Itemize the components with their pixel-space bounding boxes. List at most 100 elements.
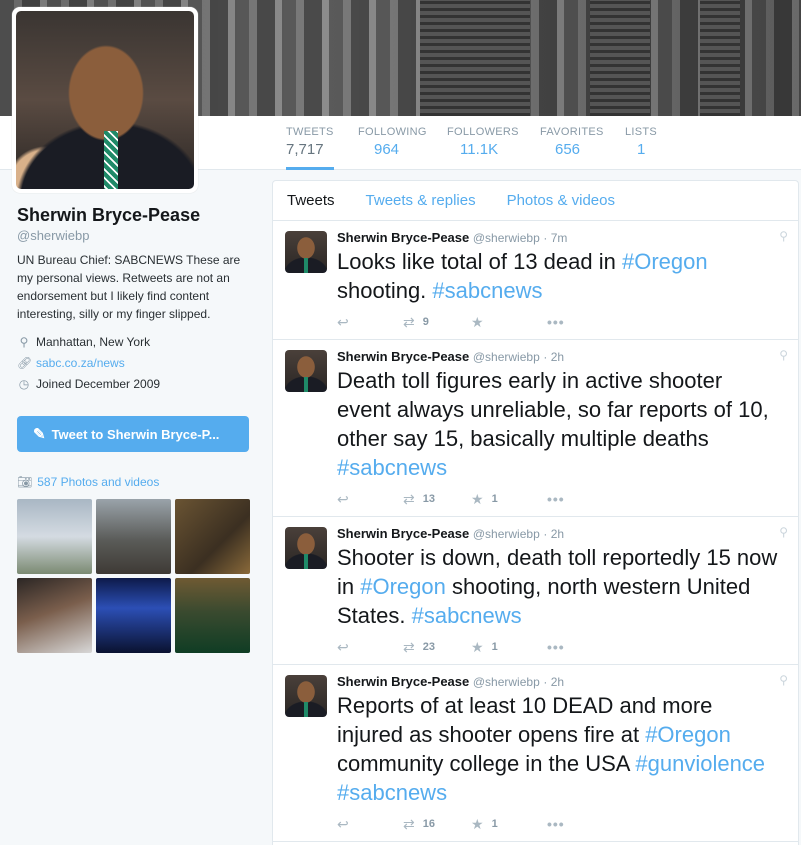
favorite-button[interactable]: ★ (471, 314, 547, 331)
tweet-to-label: Tweet to Sherwin Bryce-P... (51, 426, 220, 442)
tab-tweets[interactable]: Tweets (287, 192, 335, 209)
timeline-tabs: Tweets Tweets & replies Photos & videos (273, 181, 798, 221)
website-row: 🔗︎ sabc.co.za/news (17, 352, 257, 373)
hashtag-link[interactable]: #gunviolence (635, 751, 765, 776)
tweet[interactable]: ⚲ Sherwin Bryce-Pease @sherwiebp · 7m Look… (273, 221, 798, 340)
retweet-count: 13 (422, 493, 435, 505)
banner-building (420, 0, 530, 116)
tweet-text-segment: Looks like total of 13 dead in (337, 249, 622, 274)
tweet-avatar[interactable] (285, 350, 327, 392)
profile-bio: UN Bureau Chief: SABCNEWS These are my p… (17, 253, 241, 321)
more-button[interactable]: ••• (547, 639, 565, 655)
photo-thumbnail[interactable] (175, 499, 250, 574)
profile-handle[interactable]: @sherwiebp (17, 228, 257, 243)
hashtag-link[interactable]: #sabcnews (337, 455, 447, 480)
more-dots-icon: ••• (547, 491, 565, 507)
stat-followers[interactable]: FOLLOWERS 11.1K (447, 126, 519, 158)
tweet-author-handle[interactable]: @sherwiebp (473, 350, 540, 364)
tweet-avatar[interactable] (285, 231, 327, 273)
photo-thumbnail[interactable] (17, 499, 92, 574)
photos-header-link[interactable]: 📷︎ 587 Photos and videos (17, 475, 159, 489)
tab-tweets-replies[interactable]: Tweets & replies (366, 192, 476, 209)
tweet-timestamp[interactable]: · 2h (543, 350, 564, 364)
tweet-author-name[interactable]: Sherwin Bryce-Pease (337, 230, 469, 245)
stat-lists[interactable]: LISTS 1 (625, 126, 657, 158)
hashtag-link[interactable]: #sabcnews (337, 780, 447, 805)
tweet-text: Reports of at least 10 DEAD and more inj… (337, 691, 778, 807)
stat-label: LISTS (625, 126, 658, 138)
photo-thumbnail[interactable] (175, 578, 250, 653)
more-button[interactable]: ••• (547, 314, 565, 330)
reply-icon: ↩ (337, 490, 349, 507)
stat-value: 656 (555, 141, 581, 158)
retweet-icon: ⇄ (403, 638, 415, 655)
star-icon: ★ (471, 638, 484, 655)
tweet-timestamp[interactable]: · 2h (543, 675, 564, 689)
hashtag-link[interactable]: #Oregon (360, 574, 446, 599)
avatar-image (16, 11, 194, 189)
hashtag-link[interactable]: #Oregon (645, 722, 731, 747)
tweet-avatar[interactable] (285, 675, 327, 717)
tweet-avatar[interactable] (285, 527, 327, 569)
tweet[interactable]: ⚲ Sherwin Bryce-Pease @sherwiebp · 2h Shoo… (273, 517, 798, 665)
photo-thumbnail[interactable] (96, 578, 171, 653)
stat-tweets[interactable]: TWEETS 7,717 (286, 126, 334, 170)
stat-following[interactable]: FOLLOWING 964 (358, 126, 427, 158)
retweet-count: 16 (422, 818, 435, 830)
location-pin-icon: ⚲ (779, 229, 788, 243)
profile-website-link[interactable]: sabc.co.za/news (36, 356, 125, 370)
tweet-author-handle[interactable]: @sherwiebp (473, 675, 540, 689)
retweet-button[interactable]: ⇄ 13 (403, 491, 471, 508)
profile-avatar[interactable] (12, 7, 198, 193)
more-button[interactable]: ••• (547, 816, 565, 832)
favorite-button[interactable]: ★ 1 (471, 639, 547, 656)
reply-button[interactable]: ↩ (337, 639, 403, 656)
retweet-count: 9 (422, 316, 429, 328)
retweet-count: 23 (422, 641, 435, 653)
tweet-header: Sherwin Bryce-Pease @sherwiebp · 7m (337, 221, 778, 247)
retweet-icon: ⇄ (403, 815, 415, 832)
tweet[interactable]: ⚲ Sherwin Bryce-Pease @sherwiebp · 2h Repo… (273, 665, 798, 842)
location-pin-icon: ⚲ (19, 334, 29, 349)
retweet-icon: ⇄ (403, 490, 415, 507)
tweet-author-name[interactable]: Sherwin Bryce-Pease (337, 349, 469, 364)
timeline: Tweets Tweets & replies Photos & videos … (272, 180, 799, 845)
tweet-author-name[interactable]: Sherwin Bryce-Pease (337, 526, 469, 541)
tweet-author-handle[interactable]: @sherwiebp (473, 527, 540, 541)
tweet-author-name[interactable]: Sherwin Bryce-Pease (337, 674, 469, 689)
reply-button[interactable]: ↩ (337, 816, 403, 833)
tweet-header: Sherwin Bryce-Pease @sherwiebp · 2h (337, 517, 778, 543)
banner-building (590, 0, 650, 116)
stat-favorites[interactable]: FAVORITES 656 (540, 126, 604, 158)
retweet-button[interactable]: ⇄ 16 (403, 816, 471, 833)
tweet[interactable]: ⚲ Sherwin Bryce-Pease @sherwiebp · 2h Deat… (273, 340, 798, 517)
reply-button[interactable]: ↩ (337, 491, 403, 508)
tab-photos-videos[interactable]: Photos & videos (507, 192, 615, 209)
stat-value: 964 (374, 141, 400, 158)
photo-thumbnail[interactable] (17, 578, 92, 653)
tweet-text-segment: community college in the USA (337, 751, 636, 776)
reply-icon: ↩ (337, 815, 349, 832)
more-button[interactable]: ••• (547, 491, 565, 507)
hashtag-link[interactable]: #sabcnews (412, 603, 522, 628)
hashtag-link[interactable]: #sabcnews (432, 278, 542, 303)
tweet-to-button[interactable]: ✎ Tweet to Sherwin Bryce-P... (17, 416, 249, 452)
stat-value: 7,717 (286, 141, 324, 158)
reply-button[interactable]: ↩ (337, 314, 403, 331)
retweet-button[interactable]: ⇄ 23 (403, 639, 471, 656)
compose-icon: ✎ (33, 426, 46, 443)
profile-name[interactable]: Sherwin Bryce-Pease (17, 205, 257, 226)
location-pin-icon: ⚲ (779, 673, 788, 687)
photo-thumbnail[interactable] (96, 499, 171, 574)
stat-value: 11.1K (460, 141, 499, 158)
tweet-author-handle[interactable]: @sherwiebp (473, 231, 540, 245)
hashtag-link[interactable]: #Oregon (622, 249, 708, 274)
tweet-text-segment: Death toll figures early in active shoot… (337, 368, 769, 451)
favorite-button[interactable]: ★ 1 (471, 491, 547, 508)
retweet-button[interactable]: ⇄ 9 (403, 314, 471, 331)
tweet-timestamp[interactable]: · 7m (543, 231, 567, 245)
favorite-button[interactable]: ★ 1 (471, 816, 547, 833)
tweet-timestamp[interactable]: · 2h (543, 527, 564, 541)
tweet-header: Sherwin Bryce-Pease @sherwiebp · 2h (337, 665, 778, 691)
more-dots-icon: ••• (547, 314, 565, 330)
